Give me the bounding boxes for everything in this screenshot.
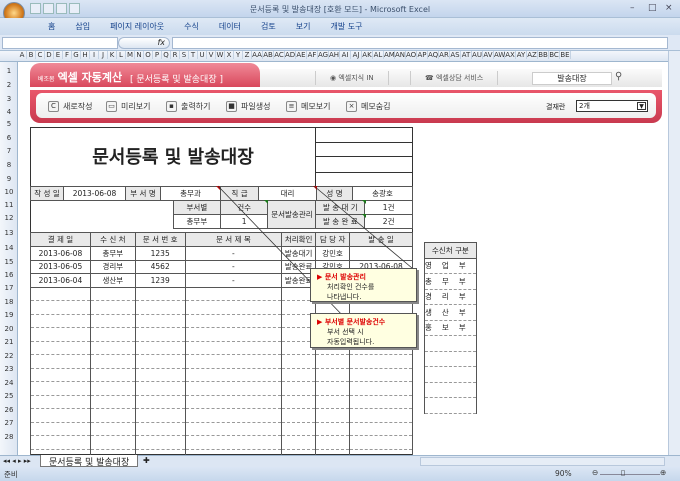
zoom-level[interactable]: 90% xyxy=(555,469,572,478)
recipient-item[interactable]: 생산부 xyxy=(424,304,477,321)
zoom-slider[interactable] xyxy=(600,474,660,475)
note-title: ▶ 부서별 문서발송건수 xyxy=(317,318,386,326)
recipient-header: 수신처 구분 xyxy=(424,242,477,259)
zoom-in-icon[interactable]: ⊕ xyxy=(660,468,666,477)
memo-note: ▶ 부서별 문서발송건수 부서 선택 시 자동입력됩니다. xyxy=(310,313,417,348)
new-sheet-icon[interactable]: ✚ xyxy=(143,456,150,465)
recipient-item[interactable] xyxy=(424,381,477,398)
recipient-item[interactable]: 총무부 xyxy=(424,273,477,290)
note-line: 나타냅니다. xyxy=(327,293,362,301)
recipient-item[interactable] xyxy=(424,397,477,414)
status-bar: 준비 90% ⊖ ▯ ⊕ xyxy=(0,467,680,481)
comment-arrows xyxy=(217,185,413,319)
recipient-table: 수신처 구분 영업부 총무부 경리부 생산부 홍보부 xyxy=(424,242,477,414)
recipient-item[interactable]: 홍보부 xyxy=(424,319,477,336)
note-line: 자동입력됩니다. xyxy=(327,338,375,346)
zoom-out-icon[interactable]: ⊖ xyxy=(592,468,598,477)
zoom-thumb[interactable]: ▯ xyxy=(621,468,625,477)
horizontal-scrollbar[interactable] xyxy=(420,457,665,466)
note-line: 부서 선택 시 xyxy=(327,328,364,336)
recipient-item[interactable] xyxy=(424,350,477,367)
recipient-item[interactable] xyxy=(424,366,477,383)
sheet-tab[interactable]: 문서등록 및 발송대장 xyxy=(40,455,139,468)
sheet-nav-icon[interactable]: ◂◂ ◂ ▸ ▸▸ xyxy=(3,457,31,465)
status-ready: 준비 xyxy=(4,470,18,479)
recipient-item[interactable]: 경리부 xyxy=(424,288,477,305)
note-title: ▶ 문서 발송관리 xyxy=(317,273,366,281)
recipient-item[interactable]: 영업부 xyxy=(424,257,477,274)
memo-note: ▶ 문서 발송관리 처리확인 건수를 나타냅니다. xyxy=(310,268,417,302)
recipient-item[interactable] xyxy=(424,335,477,352)
note-line: 처리확인 건수를 xyxy=(327,283,375,291)
